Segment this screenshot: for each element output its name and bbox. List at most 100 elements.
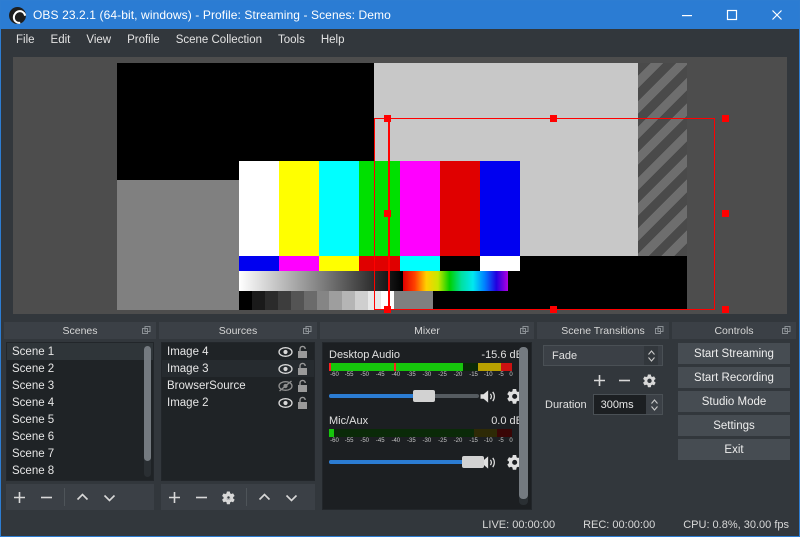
eye-off-icon[interactable] bbox=[278, 380, 293, 392]
volume-slider[interactable] bbox=[329, 389, 473, 403]
remove-scene-button[interactable] bbox=[33, 485, 60, 509]
add-transition-button[interactable] bbox=[592, 373, 607, 388]
meter-tick: -10 bbox=[484, 438, 493, 444]
scene-list-item[interactable]: Scene 1 bbox=[7, 343, 153, 360]
lock-open-icon[interactable] bbox=[296, 345, 309, 359]
mixer-scrollbar-thumb[interactable] bbox=[519, 347, 528, 499]
lock-open-icon[interactable] bbox=[296, 362, 309, 376]
volume-slider[interactable] bbox=[329, 455, 473, 469]
selection-handle-top-right[interactable] bbox=[722, 115, 729, 122]
settings-button[interactable]: Settings bbox=[678, 415, 790, 436]
scene-list-item[interactable]: Scene 7 bbox=[7, 445, 153, 462]
selection-handle-top-left[interactable] bbox=[550, 115, 557, 122]
plus-icon bbox=[12, 490, 27, 505]
lock-open-icon[interactable] bbox=[296, 396, 309, 410]
meter-green-inactive bbox=[334, 429, 474, 437]
scene-list-item[interactable]: Scene 6 bbox=[7, 428, 153, 445]
exit-button[interactable]: Exit bbox=[678, 439, 790, 460]
maximize-button[interactable] bbox=[709, 1, 754, 29]
color-strip-segment bbox=[319, 256, 359, 271]
eye-icon[interactable] bbox=[278, 363, 293, 375]
crop-handle-top[interactable] bbox=[384, 115, 391, 122]
selection-handle-bottom-left[interactable] bbox=[550, 306, 557, 313]
color-strip-segment bbox=[279, 256, 319, 271]
sources-list[interactable]: Image 4 Image 3 bbox=[161, 342, 315, 481]
speaker-icon[interactable] bbox=[479, 388, 497, 405]
eye-icon[interactable] bbox=[278, 346, 293, 358]
add-source-button[interactable] bbox=[161, 485, 188, 509]
add-scene-button[interactable] bbox=[6, 485, 33, 509]
menu-item-tools[interactable]: Tools bbox=[270, 31, 313, 49]
meter-tick: -45 bbox=[376, 372, 385, 378]
scenes-scrollbar-thumb[interactable] bbox=[144, 346, 151, 461]
source-list-item[interactable]: BrowserSource bbox=[162, 377, 314, 394]
start-recording-button[interactable]: Start Recording bbox=[678, 367, 790, 388]
remove-transition-button[interactable] bbox=[617, 373, 632, 388]
minimize-button[interactable] bbox=[664, 1, 709, 29]
slider-handle[interactable] bbox=[462, 456, 484, 468]
color-strip-segment bbox=[440, 256, 480, 271]
source-label: BrowserSource bbox=[167, 380, 278, 392]
meter-tick: -15 bbox=[469, 438, 478, 444]
gray-step-segment bbox=[278, 291, 291, 310]
studio-mode-button[interactable]: Studio Mode bbox=[678, 391, 790, 412]
spinner-arrows-icon[interactable] bbox=[646, 395, 662, 414]
meter-tick: -35 bbox=[407, 372, 416, 378]
transition-type-dropdown[interactable]: Fade bbox=[543, 345, 663, 366]
scene-list-item[interactable]: Scene 2 bbox=[7, 360, 153, 377]
undock-icon[interactable] bbox=[303, 326, 312, 335]
source-properties-button[interactable] bbox=[215, 485, 242, 509]
crop-handle-bottom[interactable] bbox=[384, 306, 391, 313]
offscreen-stripes-region bbox=[638, 63, 687, 256]
menu-item-scene-collection[interactable]: Scene Collection bbox=[168, 31, 270, 49]
sources-toolbar bbox=[161, 484, 315, 510]
transition-properties-button[interactable] bbox=[642, 373, 657, 388]
menu-item-profile[interactable]: Profile bbox=[119, 31, 168, 49]
close-button[interactable] bbox=[754, 1, 799, 29]
eye-icon[interactable] bbox=[278, 397, 293, 409]
scene-list-item[interactable]: Scene 5 bbox=[7, 411, 153, 428]
scene-list-item[interactable]: Scene 9 bbox=[7, 479, 153, 481]
duration-input[interactable]: 300ms bbox=[593, 394, 663, 415]
smpte-color-bars bbox=[239, 161, 520, 256]
undock-icon[interactable] bbox=[142, 326, 151, 335]
source-list-item[interactable]: Image 2 bbox=[162, 394, 314, 411]
selection-handle-right[interactable] bbox=[722, 210, 729, 217]
gray-step-segment bbox=[304, 291, 317, 310]
menu-item-view[interactable]: View bbox=[78, 31, 119, 49]
mixer-scrollbar[interactable] bbox=[519, 347, 528, 505]
sources-title-label: Sources bbox=[219, 325, 258, 337]
undock-icon[interactable] bbox=[782, 326, 791, 335]
scenes-scrollbar[interactable] bbox=[144, 346, 151, 477]
scene-list-item[interactable]: Scene 4 bbox=[7, 394, 153, 411]
scene-list-item[interactable]: Scene 3 bbox=[7, 377, 153, 394]
move-scene-up-button[interactable] bbox=[69, 485, 96, 509]
color-bar-segment bbox=[319, 161, 359, 256]
chevron-up-icon bbox=[257, 490, 272, 505]
undock-icon[interactable] bbox=[655, 326, 664, 335]
selection-handle-bottom-right[interactable] bbox=[722, 306, 729, 313]
crop-handle-middle[interactable] bbox=[384, 210, 391, 217]
menu-item-help[interactable]: Help bbox=[313, 31, 353, 49]
preview-canvas[interactable] bbox=[13, 57, 787, 314]
menu-item-edit[interactable]: Edit bbox=[43, 31, 79, 49]
meter-tick: -55 bbox=[345, 372, 354, 378]
scenes-list[interactable]: Scene 1 Scene 2 Scene 3 Scene 4 Scene 5 … bbox=[6, 342, 154, 481]
duration-label: Duration bbox=[545, 399, 587, 411]
meter-red-segment bbox=[501, 363, 512, 371]
move-source-down-button[interactable] bbox=[278, 485, 305, 509]
lock-open-icon[interactable] bbox=[296, 379, 309, 393]
sources-dock: Sources Image 4 bbox=[159, 322, 317, 513]
updown-arrows-icon[interactable] bbox=[644, 346, 658, 365]
source-list-item[interactable]: Image 3 bbox=[162, 360, 314, 377]
undock-icon[interactable] bbox=[520, 326, 529, 335]
slider-handle[interactable] bbox=[413, 390, 435, 402]
source-list-item[interactable]: Image 4 bbox=[162, 343, 314, 360]
start-streaming-button[interactable]: Start Streaming bbox=[678, 343, 790, 364]
remove-source-button[interactable] bbox=[188, 485, 215, 509]
color-bar-segment bbox=[279, 161, 319, 256]
scene-list-item[interactable]: Scene 8 bbox=[7, 462, 153, 479]
move-scene-down-button[interactable] bbox=[96, 485, 123, 509]
menu-item-file[interactable]: File bbox=[8, 31, 43, 49]
move-source-up-button[interactable] bbox=[251, 485, 278, 509]
